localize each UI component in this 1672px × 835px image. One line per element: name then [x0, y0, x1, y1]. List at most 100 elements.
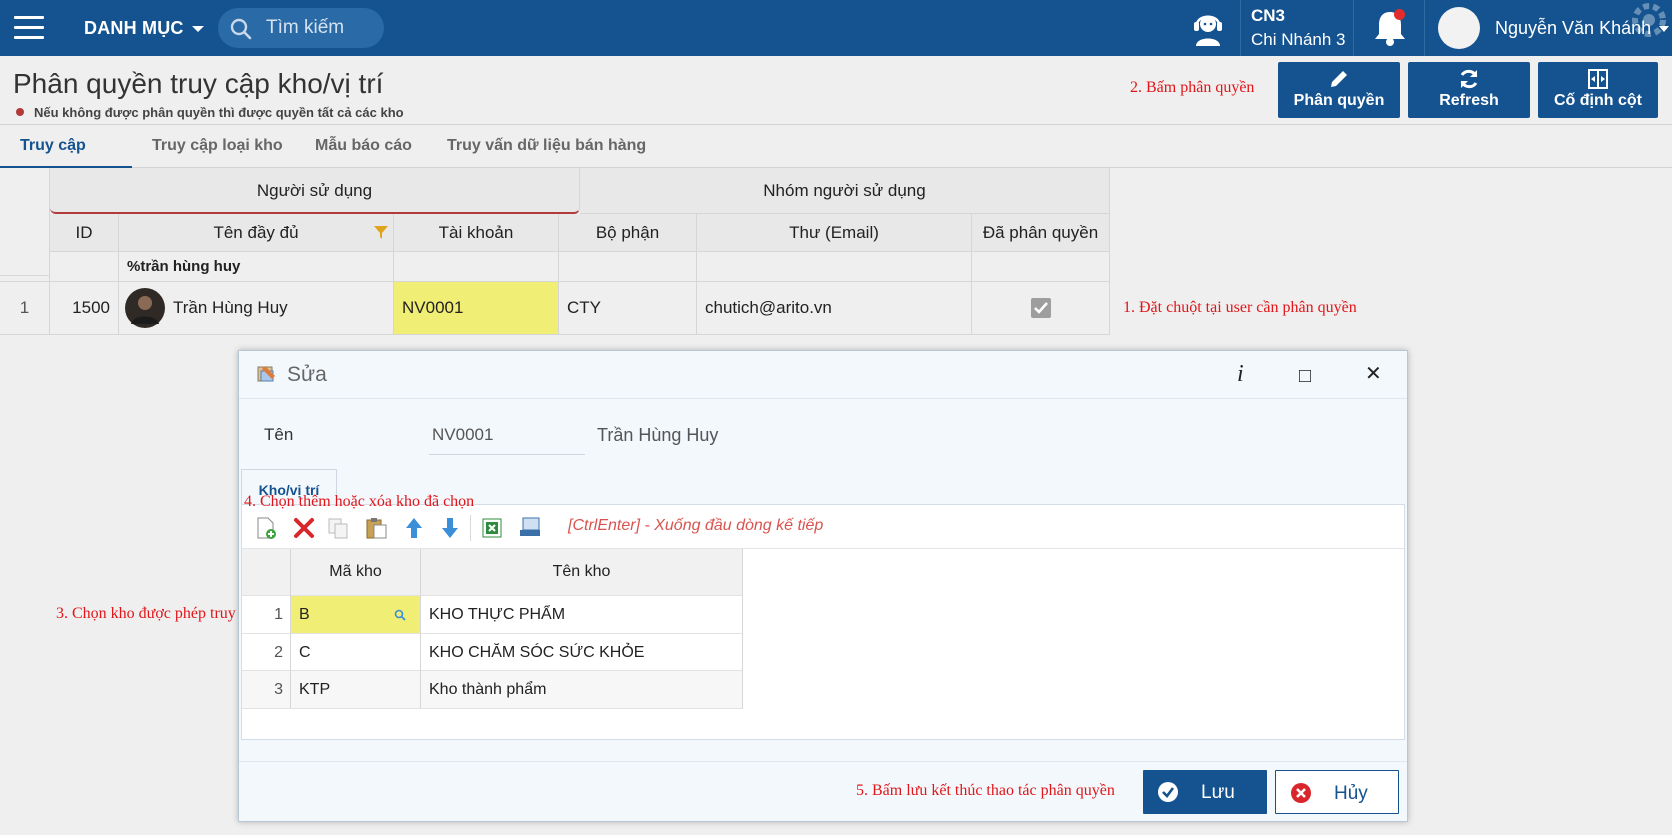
tab-sales-data-query[interactable]: Truy vấn dữ liệu bán hàng: [427, 125, 666, 169]
filter-cell-email[interactable]: [697, 252, 972, 282]
notification-bell-icon[interactable]: [1368, 8, 1412, 48]
warehouse-name-cell[interactable]: KHO THỰC PHẨM: [421, 596, 743, 634]
page-note: Nếu không được phân quyền thì được quyền…: [16, 105, 404, 120]
detail-toolbar: [CtrlEnter] - Xuống đầu dòng kế tiếp: [242, 505, 1404, 549]
dialog-titlebar: Sửa i □ ✕: [239, 351, 1407, 399]
copy-icon[interactable]: [326, 516, 350, 540]
warehouse-name-cell[interactable]: KHO CHĂM SÓC SỨC KHỎE: [421, 634, 743, 671]
annotation-step-5: 5. Bấm lưu kết thúc thao tác phân quyền: [856, 782, 1115, 799]
category-menu[interactable]: DANH MỤC: [84, 18, 204, 39]
page-title: Phân quyền truy cập kho/vị trí: [13, 68, 384, 99]
category-menu-label: DANH MỤC: [84, 18, 184, 38]
move-up-icon[interactable]: [402, 516, 426, 540]
account-field[interactable]: [429, 415, 585, 455]
save-button[interactable]: Lưu: [1143, 770, 1267, 814]
user-avatar[interactable]: [1438, 7, 1480, 49]
freeze-column-button-label: Cố định cột: [1554, 92, 1642, 109]
cancel-button[interactable]: Hủy: [1275, 770, 1399, 814]
warehouse-name-cell[interactable]: Kho thành phẩm: [421, 671, 743, 709]
cancel-circle-icon: [1291, 783, 1311, 803]
search-box[interactable]: [218, 8, 384, 48]
user-photo-avatar: [125, 288, 165, 328]
row-number: 1: [242, 596, 291, 634]
info-icon[interactable]: i: [1237, 361, 1244, 388]
gear-icon[interactable]: [1626, 0, 1672, 46]
column-header-authorized[interactable]: Đã phân quyền: [972, 214, 1110, 252]
maximize-icon[interactable]: □: [1299, 365, 1311, 388]
annotation-step-2: 2. Bấm phân quyền: [1130, 79, 1255, 96]
filter-cell-authorized[interactable]: [972, 252, 1110, 282]
cell-account[interactable]: NV0001: [394, 282, 559, 335]
hamburger-menu-icon[interactable]: [14, 16, 44, 40]
branch-code: CN3: [1251, 6, 1286, 25]
bullet-icon: [16, 108, 24, 116]
cell-full-name-text: Trần Hùng Huy: [173, 298, 288, 317]
branch-selector[interactable]: CN3 Chi Nhánh 3: [1240, 0, 1354, 56]
freeze-column-icon: [1588, 69, 1608, 89]
cell-full-name[interactable]: Trần Hùng Huy: [119, 282, 394, 335]
warehouse-code-value: B: [299, 606, 310, 623]
warehouse-code-input[interactable]: B: [291, 596, 421, 634]
column-header-full-name[interactable]: Tên đầy đủ: [119, 214, 394, 252]
filter-cell-full-name[interactable]: %trần hùng huy: [119, 252, 394, 282]
search-input[interactable]: [266, 8, 376, 48]
filter-cell-id[interactable]: [50, 252, 119, 282]
search-icon: [230, 18, 252, 40]
column-header-department[interactable]: Bộ phận: [559, 214, 697, 252]
permission-button-label: Phân quyền: [1293, 92, 1385, 109]
tab-warehouse-type-access[interactable]: Truy cập loại kho: [132, 125, 303, 169]
row-number: 2: [242, 634, 291, 671]
pencil-icon: [1331, 71, 1347, 87]
warehouse-code-cell[interactable]: KTP: [291, 671, 421, 709]
cell-authorized[interactable]: [972, 282, 1110, 335]
column-header-account[interactable]: Tài khoản: [394, 214, 559, 252]
lookup-search-icon[interactable]: [394, 609, 406, 621]
close-icon[interactable]: ✕: [1365, 361, 1382, 386]
filter-cell-account[interactable]: [394, 252, 559, 282]
tab-warehouse-access[interactable]: Truy cập kho: [0, 125, 132, 196]
group-tab-users[interactable]: Người sử dụng: [50, 168, 580, 214]
tab-report-templates[interactable]: Mẫu báo cáo: [295, 125, 432, 169]
dialog-title: Sửa: [287, 363, 327, 386]
refresh-button-label: Refresh: [1439, 92, 1499, 109]
column-header-warehouse-code[interactable]: Mã kho: [291, 549, 421, 596]
toolbar-divider: [470, 515, 471, 541]
edit-document-icon: [257, 366, 275, 382]
warehouse-panel: [CtrlEnter] - Xuống đầu dòng kế tiếp Mã …: [241, 504, 1405, 740]
cell-id[interactable]: 1500: [50, 282, 119, 335]
layout-icon[interactable]: [518, 516, 542, 540]
excel-import-icon[interactable]: [480, 516, 504, 540]
check-circle-icon: [1158, 782, 1178, 802]
name-label: Tên: [264, 425, 294, 444]
group-tab-user-groups[interactable]: Nhóm người sử dụng: [580, 168, 1110, 214]
refresh-button[interactable]: Refresh: [1408, 62, 1530, 118]
column-header-warehouse-name[interactable]: Tên kho: [421, 549, 743, 596]
top-navbar: DANH MỤC CN3 Chi Nhánh 3 Nguyễn Văn Khán…: [0, 0, 1672, 56]
filter-icon[interactable]: [373, 224, 389, 240]
new-row-icon[interactable]: [254, 516, 278, 540]
column-header-id[interactable]: ID: [50, 214, 119, 252]
delete-row-icon[interactable]: [292, 516, 316, 540]
permission-button[interactable]: Phân quyền: [1278, 62, 1400, 118]
cell-email[interactable]: chutich@arito.vn: [697, 282, 972, 335]
move-down-icon[interactable]: [438, 516, 462, 540]
row-number: 3: [242, 671, 291, 709]
user-full-name: Trần Hùng Huy: [597, 425, 719, 445]
warehouse-code-cell[interactable]: C: [291, 634, 421, 671]
filter-cell-department[interactable]: [559, 252, 697, 282]
freeze-column-button[interactable]: Cố định cột: [1538, 62, 1658, 118]
column-header-email[interactable]: Thư (Email): [697, 214, 972, 252]
column-header-full-name-label: Tên đầy đủ: [213, 223, 299, 242]
save-button-label: Lưu: [1201, 782, 1235, 803]
branch-name: Chi Nhánh 3: [1251, 30, 1346, 49]
toolbar-hint: [CtrlEnter] - Xuống đầu dòng kế tiếp: [568, 517, 824, 534]
support-agent-icon[interactable]: [1188, 8, 1228, 48]
paste-icon[interactable]: [364, 516, 388, 540]
checkbox-checked-icon[interactable]: [1031, 298, 1051, 318]
notification-badge: [1394, 9, 1405, 20]
tab-bar: Truy cập kho Truy cập loại kho Mẫu báo c…: [0, 124, 1672, 196]
annotation-step-4: 4. Chọn thêm hoặc xóa kho đã chọn: [244, 493, 475, 510]
cancel-button-label: Hủy: [1334, 783, 1368, 804]
user-grid: Người sử dụng Nhóm người sử dụng ID Tên …: [0, 168, 1110, 335]
cell-department[interactable]: CTY: [559, 282, 697, 335]
